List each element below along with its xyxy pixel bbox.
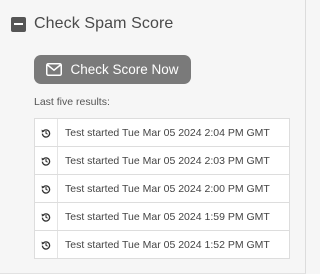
list-item: Test started Tue Mar 05 2024 1:52 PM GMT	[34, 231, 290, 259]
panel-title: Check Spam Score	[34, 15, 174, 32]
result-text: Test started Tue Mar 05 2024 1:59 PM GMT	[65, 210, 270, 223]
list-item: Test started Tue Mar 05 2024 2:03 PM GMT	[34, 147, 290, 175]
results-list: Test started Tue Mar 05 2024 2:04 PM GMT…	[34, 118, 290, 259]
panel-header: Check Spam Score	[11, 14, 173, 34]
result-text: Test started Tue Mar 05 2024 2:04 PM GMT	[65, 126, 270, 139]
history-icon[interactable]	[35, 119, 58, 146]
list-item: Test started Tue Mar 05 2024 2:04 PM GMT	[34, 119, 290, 147]
spam-score-panel: Check Spam Score Check Score Now Last fi…	[0, 0, 306, 274]
result-text: Test started Tue Mar 05 2024 2:00 PM GMT	[65, 182, 270, 195]
history-icon[interactable]	[35, 203, 58, 230]
list-item: Test started Tue Mar 05 2024 1:59 PM GMT	[34, 203, 290, 231]
history-icon[interactable]	[35, 175, 58, 202]
check-score-button[interactable]: Check Score Now	[34, 55, 191, 84]
history-icon[interactable]	[35, 147, 58, 174]
list-item: Test started Tue Mar 05 2024 2:00 PM GMT	[34, 175, 290, 203]
envelope-icon	[46, 63, 63, 76]
collapse-icon[interactable]	[11, 16, 26, 32]
check-score-label: Check Score Now	[70, 62, 179, 77]
result-text: Test started Tue Mar 05 2024 1:52 PM GMT	[65, 238, 270, 251]
history-icon[interactable]	[35, 231, 58, 258]
results-label: Last five results:	[34, 96, 110, 108]
result-text: Test started Tue Mar 05 2024 2:03 PM GMT	[65, 154, 270, 167]
